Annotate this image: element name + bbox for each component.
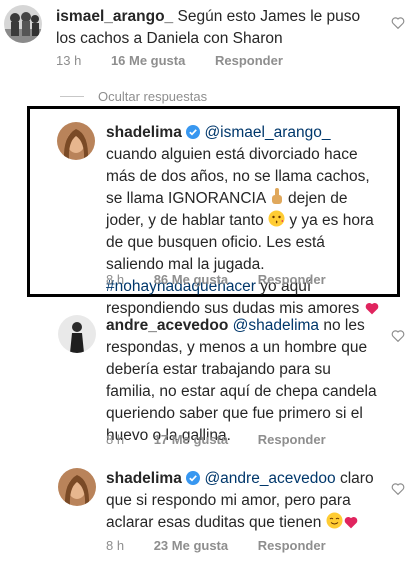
comment-meta: 8 h 86 Me gusta Responder bbox=[106, 269, 352, 291]
verified-badge-icon bbox=[186, 125, 201, 139]
avatar-andre[interactable] bbox=[58, 315, 96, 353]
verified-badge-icon bbox=[186, 471, 201, 485]
comment-body: shadelima @andre_acevedoo claro que si r… bbox=[106, 468, 381, 534]
middle-finger-emoji-icon bbox=[271, 188, 282, 204]
comment-shadelima-1: shadelima @ismael_arango_ cuando alguien… bbox=[0, 110, 415, 317]
mention-link[interactable]: @ismael_arango_ bbox=[204, 124, 330, 141]
username[interactable]: shadelima bbox=[106, 124, 182, 141]
username[interactable]: andre_acevedoo bbox=[106, 317, 228, 334]
heart-icon[interactable] bbox=[391, 16, 405, 29]
heart-icon[interactable] bbox=[391, 482, 405, 495]
kissing-face-emoji-icon bbox=[268, 210, 285, 227]
comment-likes[interactable]: 86 Me gusta bbox=[154, 272, 228, 287]
divider-line bbox=[60, 96, 84, 97]
reply-button[interactable]: Responder bbox=[258, 272, 326, 287]
reply-button[interactable]: Responder bbox=[258, 432, 326, 447]
comment-likes[interactable]: 17 Me gusta bbox=[154, 432, 228, 447]
comment-body: ismael_arango_ Según esto James le puso … bbox=[56, 6, 381, 50]
reply-button[interactable]: Responder bbox=[258, 538, 326, 553]
comment-time: 13 h bbox=[56, 53, 82, 68]
comment-meta: 8 h 23 Me gusta Responder bbox=[106, 535, 352, 557]
avatar-shadelima[interactable] bbox=[58, 468, 96, 506]
mention-link[interactable]: @andre_acevedoo bbox=[204, 470, 335, 487]
hide-replies-label: Ocultar respuestas bbox=[98, 89, 208, 104]
comment-time: 8 h bbox=[106, 432, 125, 447]
comment-meta: 8 h 17 Me gusta Responder bbox=[106, 429, 352, 451]
comment-andre: andre_acevedoo @shadelima no les respond… bbox=[0, 305, 415, 455]
smiling-face-emoji-icon bbox=[326, 512, 343, 529]
comment-shadelima-2: shadelima @andre_acevedoo claro que si r… bbox=[0, 460, 415, 560]
username[interactable]: ismael_arango_ bbox=[56, 8, 173, 25]
reply-button[interactable]: Responder bbox=[215, 53, 283, 68]
comment-meta: 13 h 16 Me gusta Responder bbox=[56, 50, 309, 72]
heart-icon[interactable] bbox=[391, 329, 405, 342]
comment-time: 8 h bbox=[106, 538, 125, 553]
mention-link[interactable]: @shadelima bbox=[233, 317, 319, 334]
comment-text: no les respondas, y menos a un hombre qu… bbox=[106, 317, 377, 444]
comment-ismael: ismael_arango_ Según esto James le puso … bbox=[0, 0, 415, 80]
avatar-ismael[interactable] bbox=[4, 5, 42, 43]
comment-body: andre_acevedoo @shadelima no les respond… bbox=[106, 315, 381, 447]
red-heart-emoji-icon bbox=[344, 516, 358, 529]
username[interactable]: shadelima bbox=[106, 470, 182, 487]
avatar-shadelima[interactable] bbox=[57, 122, 95, 160]
hide-replies-button[interactable]: Ocultar respuestas bbox=[60, 86, 207, 108]
comment-time: 8 h bbox=[106, 272, 125, 287]
comment-likes[interactable]: 16 Me gusta bbox=[111, 53, 185, 68]
comment-likes[interactable]: 23 Me gusta bbox=[154, 538, 228, 553]
